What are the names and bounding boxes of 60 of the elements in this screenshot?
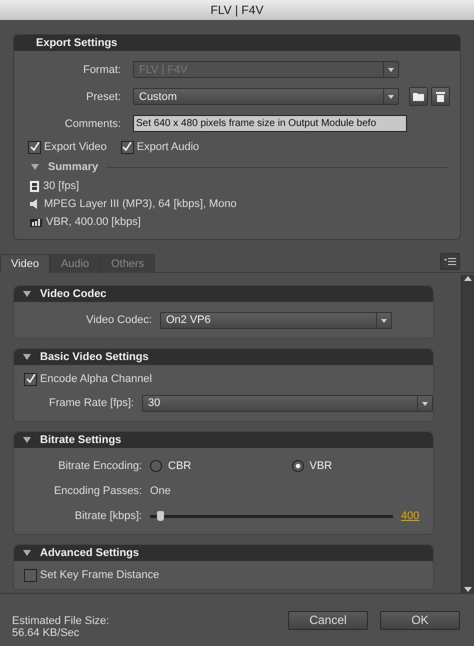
checkbox[interactable] <box>24 372 37 386</box>
field-label: Preset: <box>85 90 122 102</box>
slider-thumb[interactable] <box>156 510 164 520</box>
radio-label: VBR <box>310 460 332 472</box>
field-label: Frame Rate [fps]: <box>48 397 135 409</box>
checkbox-label: Encode Alpha Channel <box>40 373 152 385</box>
trash-icon <box>436 91 445 102</box>
tab[interactable]: Others <box>100 254 156 273</box>
window-title: FLV | F4V <box>210 3 264 17</box>
triangle-icon[interactable] <box>22 290 32 298</box>
checkbox[interactable] <box>28 140 41 154</box>
scrollbar[interactable] <box>461 275 474 593</box>
field-label: Encoding Passes: <box>52 485 143 497</box>
radio-label: CBR <box>168 460 192 472</box>
folder-icon <box>413 92 424 101</box>
radio-button[interactable] <box>150 460 162 472</box>
dropdown[interactable]: 30 <box>142 394 433 412</box>
field-label: Bitrate Encoding: <box>57 460 143 472</box>
triangle-icon[interactable] <box>22 549 32 557</box>
section-title: Advanced Settings <box>40 547 140 559</box>
dropdown[interactable]: On2 VP6 <box>160 312 392 328</box>
triangle-icon[interactable] <box>22 436 32 444</box>
estimate-value: 56.64 KB/Sec <box>12 627 80 639</box>
field-label: Bitrate [kbps]: <box>74 510 143 522</box>
checkbox-label: Set Key Frame Distance <box>40 569 160 581</box>
comments-field[interactable]: Set 640 x 480 pixels frame size in Output Module befo <box>133 115 407 132</box>
scroll-up-icon[interactable] <box>464 275 472 283</box>
menu-icon <box>444 258 456 266</box>
section-title: Bitrate Settings <box>40 434 122 446</box>
tab[interactable]: Video <box>0 254 50 273</box>
summary-heading: Summary <box>48 161 98 173</box>
field-value: One <box>150 485 171 497</box>
speaker-icon <box>30 199 40 209</box>
checkbox[interactable] <box>120 140 134 154</box>
checkbox-label: Export Video <box>44 141 107 153</box>
field-label: Comments: <box>64 118 122 130</box>
tab[interactable]: Audio <box>50 254 100 273</box>
field-label: Video Codec: <box>85 314 153 326</box>
section-title: Video Codec <box>40 288 106 300</box>
summary-text: 30 [fps] <box>43 180 80 192</box>
bitrate-value[interactable]: 400 <box>401 510 420 522</box>
section-title: Basic Video Settings <box>40 351 149 363</box>
dialog-button[interactable]: OK <box>380 610 460 630</box>
triangle-icon[interactable] <box>22 353 32 361</box>
panel-title: Export Settings <box>14 35 460 51</box>
folder-button[interactable] <box>409 87 428 106</box>
checkbox[interactable] <box>24 568 37 582</box>
summary-text: MPEG Layer III (MP3), 64 [kbps], Mono <box>44 198 237 210</box>
delete-button[interactable] <box>431 87 450 106</box>
bar-graph-icon <box>30 217 42 227</box>
checkbox-label: Export Audio <box>136 141 200 153</box>
dialog-button[interactable]: Cancel <box>288 610 368 630</box>
estimate-label: Estimated File Size: <box>12 615 110 627</box>
summary-text: VBR, 400.00 [kbps] <box>46 216 141 228</box>
preset-dropdown[interactable]: Custom <box>133 88 399 105</box>
radio-button[interactable] <box>292 460 304 472</box>
triangle-icon[interactable] <box>30 163 40 171</box>
panel-menu-button[interactable] <box>440 253 460 270</box>
film-icon <box>30 180 39 192</box>
field-label: Format: <box>82 64 122 76</box>
